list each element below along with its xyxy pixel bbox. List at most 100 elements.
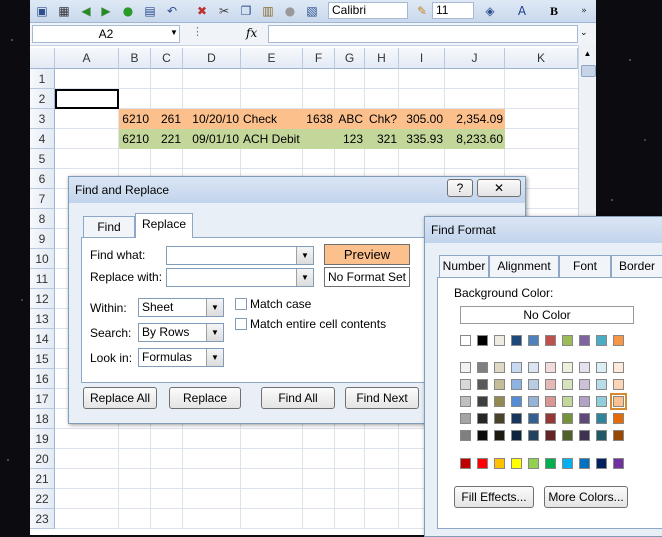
help-button[interactable]: ?	[447, 179, 473, 197]
color-swatch[interactable]	[460, 458, 471, 469]
back-icon[interactable]: ◀	[78, 3, 94, 19]
color-swatch[interactable]	[460, 335, 471, 346]
select-all-corner[interactable]	[30, 48, 55, 69]
color-swatch[interactable]	[579, 413, 590, 424]
find-next-button[interactable]: Find Next	[345, 387, 419, 409]
row-header[interactable]: 11	[30, 269, 55, 289]
cell-f3[interactable]: 1638	[303, 109, 335, 129]
chevron-down-icon[interactable]: ▼	[206, 349, 223, 366]
more-colors-button[interactable]: More Colors...	[544, 486, 628, 508]
color-swatch[interactable]	[562, 458, 573, 469]
row-header[interactable]: 17	[30, 389, 55, 409]
column-header[interactable]: K	[505, 48, 578, 69]
cell-e3[interactable]: Check	[241, 109, 303, 129]
look-in-select[interactable]: Formulas ▼	[138, 348, 224, 367]
replace-button[interactable]: Replace	[169, 387, 241, 409]
color-swatch[interactable]	[545, 430, 556, 441]
copy-icon[interactable]: ❐	[238, 3, 254, 19]
color-swatch[interactable]	[545, 396, 556, 407]
row-header[interactable]: 16	[30, 369, 55, 389]
row-header[interactable]: 8	[30, 209, 55, 229]
no-color-button[interactable]: No Color	[460, 306, 634, 324]
name-box[interactable]: A2	[32, 25, 180, 43]
row-header[interactable]: 2	[30, 89, 55, 109]
column-header[interactable]: D	[183, 48, 241, 69]
color-swatch[interactable]	[613, 335, 624, 346]
color-swatch[interactable]	[528, 335, 539, 346]
color-swatch[interactable]	[613, 379, 624, 390]
color-swatch[interactable]	[460, 430, 471, 441]
table-icon[interactable]: ▤	[142, 3, 158, 19]
color-swatch[interactable]	[613, 413, 624, 424]
color-swatch[interactable]	[562, 362, 573, 373]
color-swatch[interactable]	[579, 379, 590, 390]
color-swatch[interactable]	[562, 396, 573, 407]
toolbar-overflow-icon[interactable]: »	[576, 3, 592, 19]
color-swatch[interactable]	[613, 430, 624, 441]
color-swatch[interactable]	[596, 396, 607, 407]
row-header[interactable]: 1	[30, 69, 55, 89]
color-swatch[interactable]	[511, 413, 522, 424]
chevron-down-icon[interactable]: ▼	[296, 247, 313, 264]
cell-i3[interactable]: 305.00	[399, 109, 445, 129]
column-header[interactable]: B	[119, 48, 151, 69]
text-color-icon[interactable]: A	[514, 3, 530, 19]
row-header[interactable]: 15	[30, 349, 55, 369]
color-swatch[interactable]	[545, 379, 556, 390]
color-swatch[interactable]	[545, 413, 556, 424]
color-swatch[interactable]	[545, 458, 556, 469]
column-header[interactable]: F	[303, 48, 335, 69]
row-header[interactable]: 22	[30, 489, 55, 509]
color-swatch[interactable]	[494, 379, 505, 390]
color-swatch[interactable]	[511, 396, 522, 407]
fill-effects-button[interactable]: Fill Effects...	[454, 486, 534, 508]
color-swatch[interactable]	[477, 396, 488, 407]
row-header[interactable]: 18	[30, 409, 55, 429]
row-header[interactable]: 21	[30, 469, 55, 489]
cell-c3[interactable]: 261	[151, 109, 183, 129]
color-swatch[interactable]	[494, 396, 505, 407]
color-swatch[interactable]	[494, 362, 505, 373]
color-swatch[interactable]	[528, 396, 539, 407]
paste-icon[interactable]: ▥	[260, 3, 276, 19]
color-swatch[interactable]	[562, 413, 573, 424]
close-button[interactable]: ✕	[477, 179, 521, 197]
cell-d4[interactable]: 09/01/10	[183, 129, 241, 149]
color-swatch[interactable]	[613, 458, 624, 469]
color-swatch[interactable]	[460, 396, 471, 407]
row-header[interactable]: 23	[30, 509, 55, 529]
cell-c4[interactable]: 221	[151, 129, 183, 149]
color-swatch[interactable]	[477, 362, 488, 373]
color-swatch[interactable]	[562, 379, 573, 390]
cell-b4[interactable]: 6210	[119, 129, 151, 149]
cut-icon[interactable]: ✂	[216, 3, 232, 19]
color-swatch[interactable]	[494, 413, 505, 424]
color-swatch[interactable]	[596, 335, 607, 346]
chevron-down-icon[interactable]: ▼	[206, 324, 223, 341]
color-swatch[interactable]	[477, 379, 488, 390]
row-header[interactable]: 7	[30, 189, 55, 209]
color-swatch[interactable]	[596, 379, 607, 390]
circle-icon[interactable]: ●	[282, 3, 298, 19]
row-header[interactable]: 10	[30, 249, 55, 269]
color-swatch[interactable]	[528, 362, 539, 373]
color-swatch[interactable]	[494, 458, 505, 469]
row-header[interactable]: 20	[30, 449, 55, 469]
column-header[interactable]: G	[335, 48, 365, 69]
color-swatch[interactable]	[511, 362, 522, 373]
search-select[interactable]: By Rows ▼	[138, 323, 224, 342]
color-swatch[interactable]	[460, 413, 471, 424]
color-swatch[interactable]	[613, 362, 624, 373]
row-header[interactable]: 4	[30, 129, 55, 149]
fx-icon[interactable]: fx	[246, 26, 257, 40]
color-swatch[interactable]	[477, 413, 488, 424]
color-swatch[interactable]	[511, 430, 522, 441]
tab-find[interactable]: Find	[83, 216, 135, 238]
scroll-up-icon[interactable]: ▲	[579, 45, 596, 62]
color-swatch[interactable]	[596, 458, 607, 469]
row-header[interactable]: 12	[30, 289, 55, 309]
color-swatch[interactable]	[596, 362, 607, 373]
tab-number[interactable]: Number	[439, 255, 489, 277]
match-entire-checkbox[interactable]	[235, 318, 247, 330]
within-select[interactable]: Sheet ▼	[138, 298, 224, 317]
